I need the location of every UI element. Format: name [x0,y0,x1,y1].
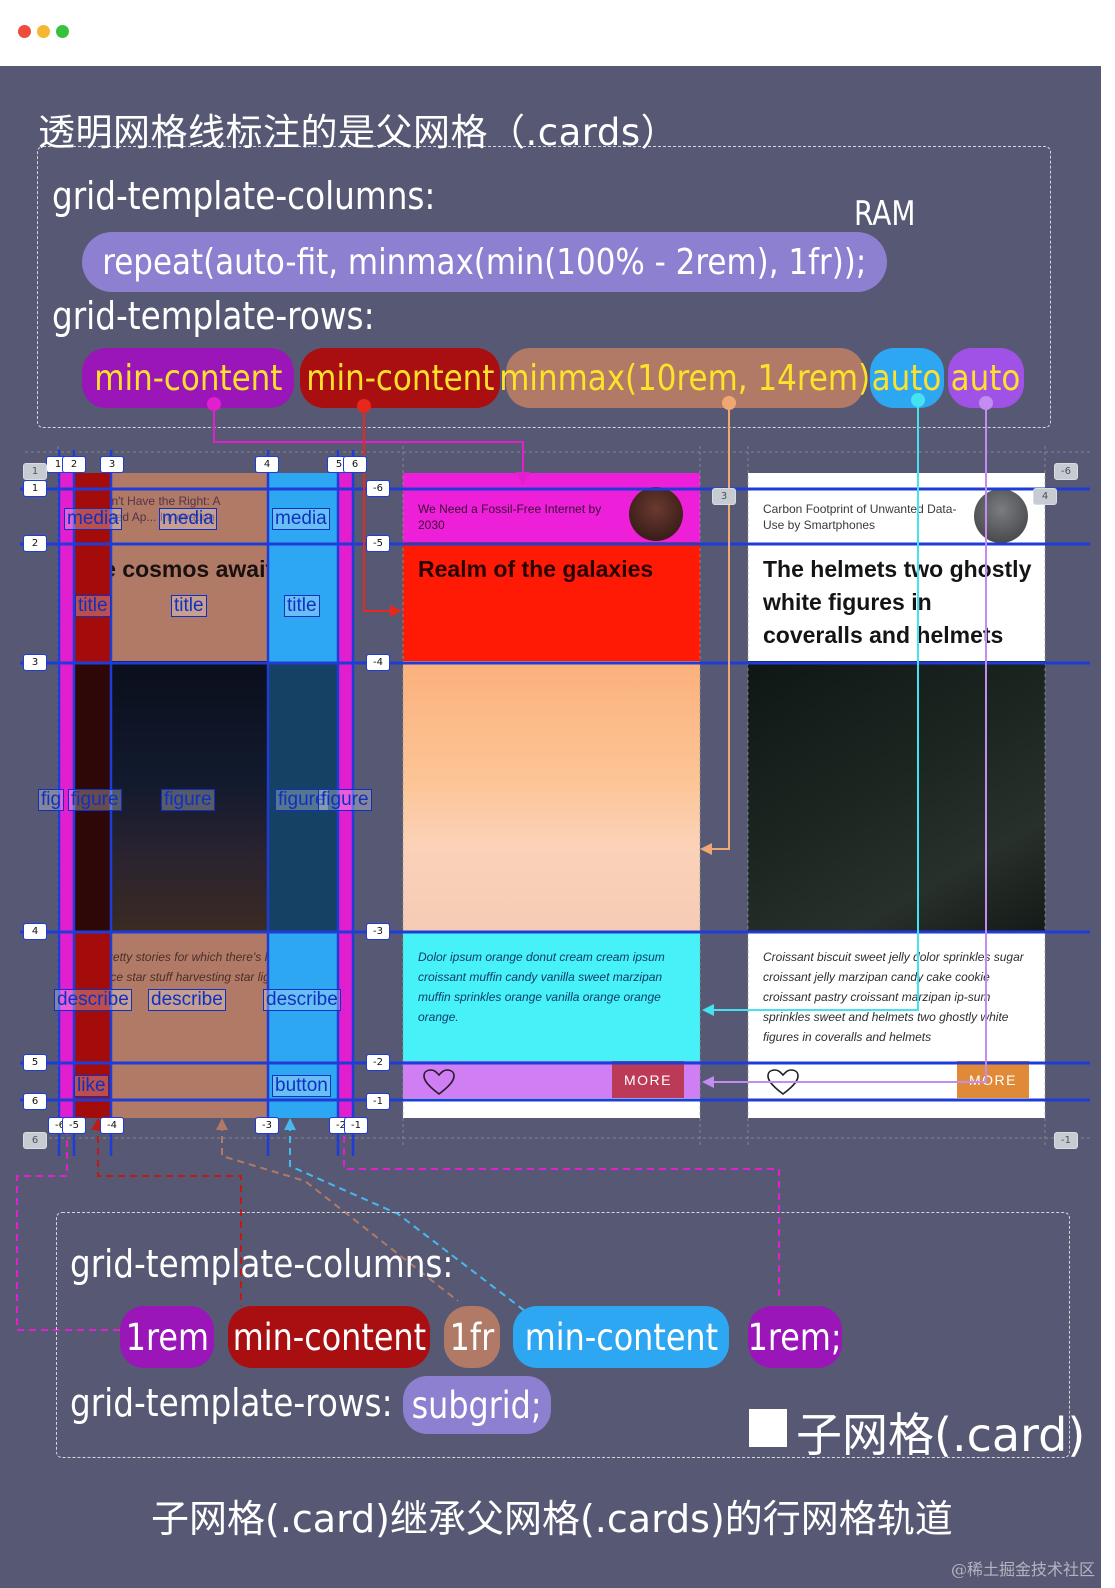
row-line-6: 6 [23,1093,47,1110]
col-track-3-pill: 1fr [444,1306,500,1368]
area-title-label: title [171,595,207,617]
row-line-neg-6: -6 [366,480,390,497]
row-line-neg-1: -1 [366,1093,390,1110]
minimize-dot[interactable] [37,25,50,38]
col-line-neg-3: -3 [255,1117,279,1134]
area-fig-label: fig [38,789,65,811]
parent-col-line-neg-1: -1 [1054,1132,1078,1149]
col-line-neg-1: -1 [344,1117,368,1134]
area-like-label: like [74,1075,109,1097]
col-line-4: 4 [255,456,279,473]
area-describe-label: describe [54,989,132,1011]
area-figure-label: figure [161,789,215,811]
top-arrowheads [390,472,714,1088]
parent-col-line-4: 4 [1033,488,1057,505]
col-track-4-pill: min-content [513,1306,729,1368]
row-line-neg-2: -2 [366,1054,390,1071]
parent-col-line-3: 3 [712,488,736,505]
col-line-6: 6 [343,456,367,473]
parent-col-line-1: 1 [23,463,47,480]
parent-col-line-neg-6: -6 [1054,463,1078,480]
col-line-neg-5: -5 [62,1117,86,1134]
col-track-5-pill: 1rem; [748,1306,842,1368]
row-line-5: 5 [23,1054,47,1071]
watermark: @稀土掘金技术社区 [950,1560,1095,1579]
area-title-label: title [75,595,111,617]
rows-subgrid-value: subgrid; [412,1383,542,1427]
col-track-1: 1rem [125,1315,209,1359]
area-button-label: button [272,1075,331,1097]
row-line-2: 2 [23,535,47,552]
area-figure-label: figure [318,789,372,811]
area-media-label: media [64,508,122,530]
col-track-1-pill: 1rem [120,1306,214,1368]
col-track-2-pill: min-content [228,1306,430,1368]
close-dot[interactable] [18,25,31,38]
bottom-columns-label: grid-template-columns: [70,1242,454,1286]
row-line-neg-4: -4 [366,654,390,671]
col-track-3: 1fr [449,1315,495,1359]
col-track-2: min-content [232,1315,426,1359]
legend-swatch [749,1409,787,1447]
row-line-neg-3: -3 [366,923,390,940]
subgrid-pill: subgrid; [403,1376,551,1434]
col-track-4: min-content [524,1315,718,1359]
col-line-2: 2 [62,456,86,473]
area-media-label: media [159,508,217,530]
col-track-5: 1rem; [748,1315,842,1359]
legend-label: 子网格(.card) [796,1408,1086,1462]
area-figure-label: figure [68,789,122,811]
area-describe-label: describe [148,989,226,1011]
row-line-3: 3 [23,654,47,671]
col-line-3: 3 [100,456,124,473]
area-title-label: title [284,595,320,617]
row-line-4: 4 [23,923,47,940]
window-titlebar [0,0,1115,66]
zoom-dot[interactable] [56,25,69,38]
area-describe-label: describe [263,989,341,1011]
parent-row-line-6: 6 [23,1132,47,1149]
figure-caption: 子网格(.card)继承父网格(.cards)的行网格轨道 [151,1497,953,1541]
row-line-1: 1 [23,480,47,497]
row-line-neg-5: -5 [366,535,390,552]
col-line-neg-4: -4 [100,1117,124,1134]
connector-dots [207,393,993,413]
bottom-rows-label: grid-template-rows: [70,1381,393,1425]
area-media-label: media [272,508,330,530]
diagram-stage: 透明网格线标注的是父网格（.cards） grid-template-colum… [0,66,1101,1588]
